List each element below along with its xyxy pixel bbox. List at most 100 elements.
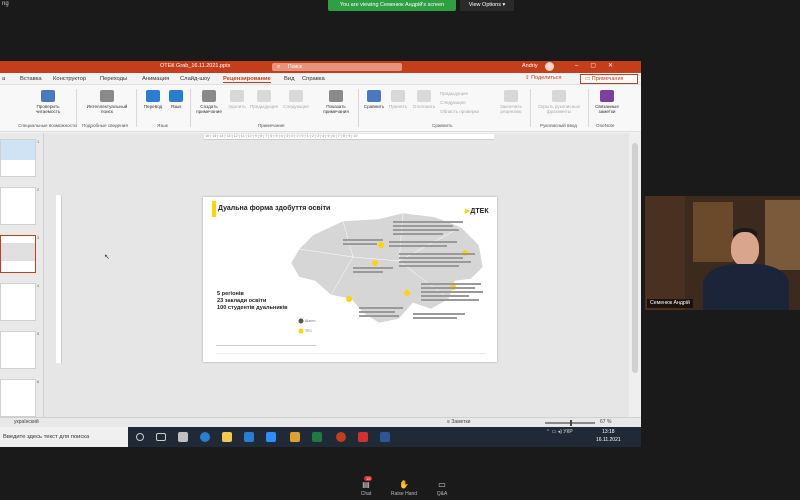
tab-insert[interactable]: Вставка xyxy=(20,76,42,82)
tab-help[interactable]: Справка xyxy=(302,76,325,82)
user-name[interactable]: Andriy xyxy=(522,63,538,69)
tab-transitions[interactable]: Переходы xyxy=(100,76,127,82)
previous-comment-button[interactable]: Предыдущее xyxy=(249,90,279,109)
notes-toggle[interactable]: ≡ Заметки xyxy=(447,419,470,425)
tab-review[interactable]: Рецензирование xyxy=(223,76,271,83)
reject-button[interactable]: Отклонить xyxy=(410,90,438,109)
share-label: Поделиться xyxy=(531,75,562,81)
accept-icon xyxy=(391,90,405,102)
qa-button[interactable]: ▭ Q&A xyxy=(432,480,452,497)
close-icon[interactable]: ✕ xyxy=(608,63,625,69)
tab-view[interactable]: Вид xyxy=(284,76,295,82)
chat-button[interactable]: ▤ 10 Chat xyxy=(356,476,376,497)
linked-notes-button[interactable]: Связанные заметки xyxy=(592,90,622,114)
share-button[interactable]: ⇪ Поделиться xyxy=(525,75,562,84)
view-options-button[interactable]: View Options ▾ xyxy=(460,0,514,11)
previous-comment-icon xyxy=(257,90,271,102)
next-comment-button[interactable]: Следующее xyxy=(281,90,311,109)
slide-thumbnail[interactable] xyxy=(0,139,36,177)
word-icon[interactable] xyxy=(380,432,390,442)
app-icon[interactable] xyxy=(290,432,300,442)
slide-canvas[interactable]: Дуальна форма здобуття освіти ▶ДТЕК 5 ре… xyxy=(203,197,497,362)
map-marker xyxy=(346,296,352,302)
reject-icon xyxy=(417,90,431,102)
slide-thumbnail[interactable] xyxy=(0,187,36,225)
translate-button[interactable]: Перевод xyxy=(140,90,166,109)
zoom-app-icon[interactable] xyxy=(266,432,276,442)
maximize-icon[interactable]: ▢ xyxy=(590,63,608,69)
slide-thumbnail[interactable] xyxy=(0,379,36,417)
status-bar: українский ≡ Заметки 67 % xyxy=(0,417,641,427)
file-name: ОТЕК Grab_16.11.2021.pptx xyxy=(160,63,231,69)
tab-design[interactable]: Конструктор xyxy=(53,76,86,82)
status-language[interactable]: українский xyxy=(14,419,39,425)
powerpoint-icon[interactable] xyxy=(336,432,346,442)
slide-number: 3 xyxy=(37,235,40,240)
scrollbar-thumb[interactable] xyxy=(632,143,638,373)
group-accessibility: Специальные возможности xyxy=(18,123,77,128)
slide-text-line xyxy=(343,239,383,241)
slide-thumbnail-active[interactable] xyxy=(0,235,36,273)
chevron-down-icon: ▾ xyxy=(502,2,506,8)
ribbon: Проверить читаемость Интеллектуальный по… xyxy=(0,85,641,132)
task-view-icon[interactable] xyxy=(156,433,166,441)
tab-home[interactable]: а xyxy=(2,76,5,82)
participant-video[interactable]: Семенюк Андрій xyxy=(645,196,800,310)
slide-thumbnail[interactable] xyxy=(0,283,36,321)
edge-icon[interactable] xyxy=(200,432,210,442)
smart-lookup-button[interactable]: Интеллектуальный поиск xyxy=(82,90,132,114)
vertical-ruler xyxy=(56,195,62,363)
slide-text-line xyxy=(421,287,475,289)
tab-slideshow[interactable]: Слайд-шоу xyxy=(180,76,210,82)
slide-text-line xyxy=(353,267,393,269)
slide-stats: 5 регіонів 23 заклади освіти 100 студент… xyxy=(217,291,288,312)
system-tray[interactable]: ⌃ ▭ ◂) УКР xyxy=(546,429,573,435)
compare-previous[interactable]: Предыдущее xyxy=(440,91,468,96)
slide-footer-divider xyxy=(216,353,486,354)
next-comment-label: Следующее xyxy=(283,104,309,109)
acrobat-icon[interactable] xyxy=(358,432,368,442)
compare-button[interactable]: Сравнить xyxy=(362,90,386,109)
zoom-window: ng You are viewing Семенюк Андрій's scre… xyxy=(0,0,800,500)
legend-tpp-marker xyxy=(298,328,304,334)
zoom-slider-handle[interactable] xyxy=(570,420,572,426)
check-accessibility-button[interactable]: Проверить читаемость xyxy=(28,90,68,114)
slide-thumbnails-pane[interactable]: 1 2 3 4 5 6 xyxy=(0,133,44,417)
show-comments-button[interactable]: Показать примечания xyxy=(318,90,354,114)
taskbar-search[interactable]: Введите здесь текст для поиска xyxy=(0,427,128,447)
new-comment-button[interactable]: Создать примечание xyxy=(193,90,225,114)
app-icon[interactable] xyxy=(178,432,188,442)
excel-icon[interactable] xyxy=(312,432,322,442)
slide-text-line xyxy=(421,299,479,301)
accept-button[interactable]: Принять xyxy=(387,90,409,109)
language-button[interactable]: Язык xyxy=(166,90,186,109)
compare-next[interactable]: Следующее xyxy=(440,100,466,105)
comments-button[interactable]: ▭ Примечания xyxy=(580,74,638,84)
ppt-search-box[interactable]: ⌕ Поиск xyxy=(272,63,402,71)
compare-icon xyxy=(367,90,381,102)
minimize-icon[interactable]: – xyxy=(575,63,590,69)
avatar[interactable] xyxy=(545,62,554,71)
raise-hand-icon: ✋ xyxy=(399,480,409,489)
cortana-icon[interactable] xyxy=(136,433,144,441)
slide-thumbnail[interactable] xyxy=(0,331,36,369)
delete-comment-button[interactable]: Удалить xyxy=(225,90,249,109)
linked-notes-label: Связанные заметки xyxy=(595,104,619,114)
end-review-button[interactable]: Закончить рецензию xyxy=(494,90,528,114)
notes-toggle-label: Заметки xyxy=(451,419,471,425)
taskbar-clock[interactable]: 13:18 16.11.2021 xyxy=(596,428,621,444)
window-controls[interactable]: –▢✕ xyxy=(575,62,625,69)
outlook-icon[interactable] xyxy=(244,432,254,442)
smart-lookup-icon xyxy=(100,90,114,102)
map-marker xyxy=(372,260,378,266)
comment-icon: ▭ xyxy=(585,76,591,82)
vertical-scrollbar[interactable] xyxy=(629,133,641,417)
zoom-level[interactable]: 67 % xyxy=(600,419,611,425)
slide-number: 4 xyxy=(37,283,40,288)
reviewing-pane[interactable]: Область проверки xyxy=(440,109,479,114)
hide-ink-button[interactable]: Скрыть рукописные фрагменты xyxy=(533,90,585,114)
raise-hand-button[interactable]: ✋ Raise Hand xyxy=(388,480,420,497)
file-explorer-icon[interactable] xyxy=(222,432,232,442)
group-compare: Сравнить xyxy=(432,123,453,128)
tab-animations[interactable]: Анимация xyxy=(142,76,169,82)
